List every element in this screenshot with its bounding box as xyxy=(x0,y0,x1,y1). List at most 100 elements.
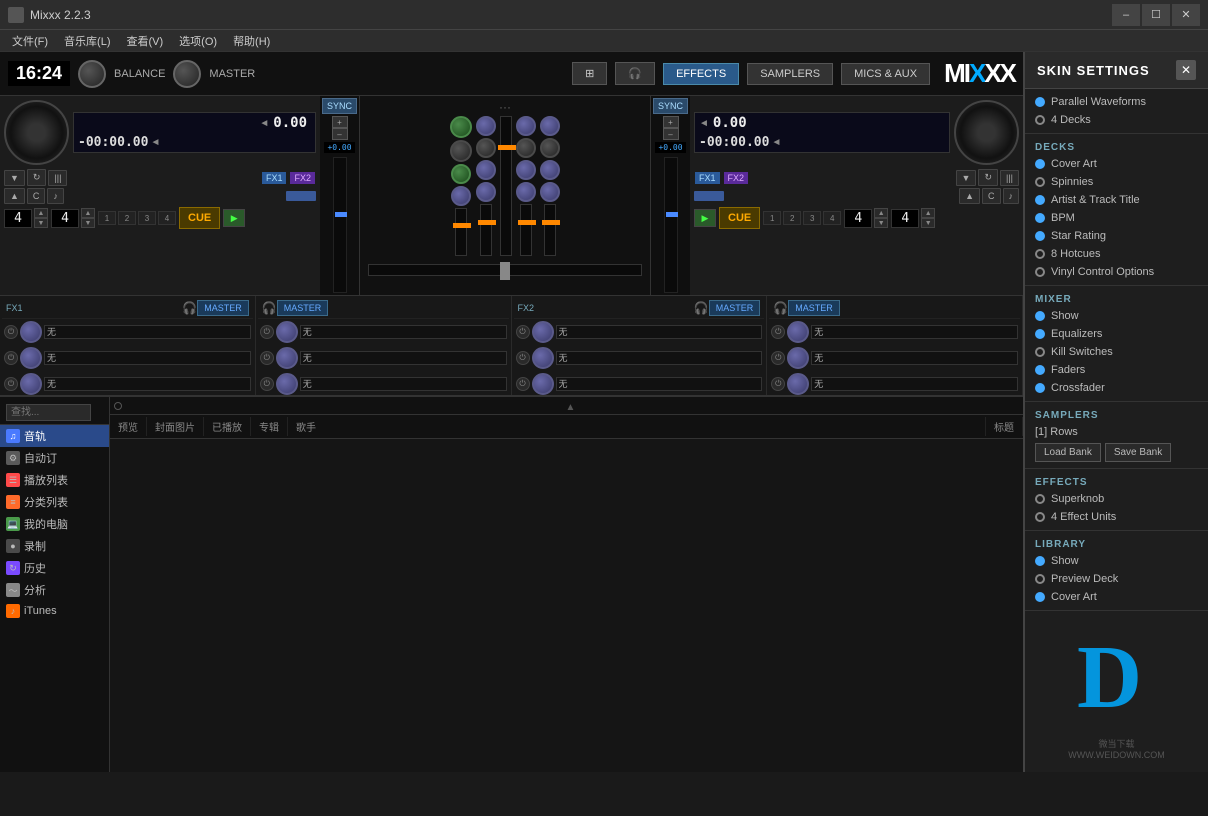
deck1-sync-btn[interactable]: SYNC xyxy=(322,98,357,114)
deck1-arrow-left[interactable]: ▼ xyxy=(4,170,25,186)
ch4-knob2[interactable] xyxy=(540,160,560,180)
deck1-speed-slider[interactable] xyxy=(333,157,347,293)
col-coverart[interactable]: 封面图片 xyxy=(147,417,204,436)
fx1-knob3[interactable] xyxy=(20,373,42,395)
minimize-button[interactable]: – xyxy=(1112,4,1140,26)
skin-opt-spinnies[interactable]: Spinnies xyxy=(1025,173,1208,191)
deck1-bars[interactable]: ||| xyxy=(48,170,67,186)
ch1-gain-knob[interactable] xyxy=(450,116,472,138)
library-content[interactable] xyxy=(110,439,1023,772)
col-title[interactable]: 标题 xyxy=(986,417,1023,436)
deck1-arrow-up[interactable]: ▲ xyxy=(4,188,25,204)
deck1-c-btn[interactable]: C xyxy=(27,188,46,204)
deck2-fx1-btn[interactable]: FX1 xyxy=(695,172,720,184)
mics-aux-btn[interactable]: MICS & AUX xyxy=(841,63,930,85)
ch3-knob3[interactable] xyxy=(516,182,536,202)
ch2-knob3[interactable] xyxy=(476,182,496,202)
deck2-arrow-left[interactable]: ▼ xyxy=(956,170,977,186)
deck2-beat1-dn[interactable]: ▼ xyxy=(921,218,935,228)
deck2-play-btn[interactable]: ▶ xyxy=(694,209,716,227)
skin-opt-4effect-units[interactable]: 4 Effect Units xyxy=(1025,508,1208,526)
ch1-hp-knob[interactable] xyxy=(450,140,472,162)
ch1-knob3[interactable] xyxy=(451,186,471,206)
fx2-knob2[interactable] xyxy=(276,347,298,369)
fx2-knob3[interactable] xyxy=(276,373,298,395)
ch3-fader[interactable] xyxy=(520,204,532,256)
fx2-power-btn2[interactable]: ⏻ xyxy=(260,351,274,365)
fx3-select3[interactable]: 无 xyxy=(556,377,763,391)
menu-options[interactable]: 选项(O) xyxy=(171,31,225,51)
fx4-select2[interactable]: 无 xyxy=(811,351,1018,365)
fx3-knob1[interactable] xyxy=(532,321,554,343)
sidebar-item-tracks[interactable]: ♫ 音轨 xyxy=(0,425,109,447)
deck1-fx1-btn[interactable]: FX1 xyxy=(262,172,287,184)
library-sort-arrow[interactable]: ▲ xyxy=(566,402,576,413)
sidebar-item-catlist[interactable]: ≡ 分类列表 xyxy=(0,491,109,513)
fx2-select3[interactable]: 无 xyxy=(300,377,507,391)
save-bank-btn[interactable]: Save Bank xyxy=(1105,443,1171,462)
menu-library[interactable]: 音乐库(L) xyxy=(56,31,118,51)
ch4-fader[interactable] xyxy=(544,204,556,256)
ch1-fader-thumb[interactable] xyxy=(453,223,471,228)
skin-opt-preview-deck[interactable]: Preview Deck xyxy=(1025,570,1208,588)
skin-opt-superknob[interactable]: Superknob xyxy=(1025,490,1208,508)
master-fader[interactable] xyxy=(500,116,512,256)
fx4-knob2[interactable] xyxy=(787,347,809,369)
fx3-select1[interactable]: 无 xyxy=(556,325,763,339)
fx1-select1[interactable]: 无 xyxy=(44,325,251,339)
center-menu-dots[interactable]: ··· xyxy=(364,100,646,114)
fx2-knob1[interactable] xyxy=(276,321,298,343)
deck2-beat2-up[interactable]: ▲ xyxy=(874,208,888,218)
crossfader-thumb[interactable] xyxy=(500,262,510,280)
sidebar-item-record[interactable]: ● 录制 xyxy=(0,535,109,557)
deck1-hc3[interactable]: 3 xyxy=(138,211,156,225)
deck2-hc1[interactable]: 1 xyxy=(763,211,781,225)
fx4-knob3[interactable] xyxy=(787,373,809,395)
fx3-power-btn2[interactable]: ⏻ xyxy=(516,351,530,365)
deck1-beat1-up[interactable]: ▲ xyxy=(34,208,48,218)
skin-settings-close-btn[interactable]: ✕ xyxy=(1176,60,1196,80)
deck1-music-btn[interactable]: ♪ xyxy=(47,188,64,204)
deck2-music-btn[interactable]: ♪ xyxy=(1003,188,1020,204)
library-toggle-btn[interactable] xyxy=(114,402,122,410)
fx4-power-btn[interactable]: ⏻ xyxy=(771,325,785,339)
deck1-minus[interactable]: – xyxy=(332,128,348,140)
skin-opt-library-coverart[interactable]: Cover Art xyxy=(1025,588,1208,606)
deck2-hc2[interactable]: 2 xyxy=(783,211,801,225)
deck2-speed-slider[interactable] xyxy=(664,157,678,293)
fx3-knob2[interactable] xyxy=(532,347,554,369)
col-played[interactable]: 已播放 xyxy=(204,417,251,436)
fx3-select2[interactable]: 无 xyxy=(556,351,763,365)
fx2-select1[interactable]: 无 xyxy=(300,325,507,339)
fx1-knob1[interactable] xyxy=(20,321,42,343)
deck1-beat2-up[interactable]: ▲ xyxy=(81,208,95,218)
deck2-c-btn[interactable]: C xyxy=(982,188,1001,204)
deck1-cue-btn[interactable]: CUE xyxy=(179,207,220,229)
sidebar-item-computer[interactable]: 💻 我的电脑 xyxy=(0,513,109,535)
ch3-knob2[interactable] xyxy=(516,160,536,180)
menu-help[interactable]: 帮助(H) xyxy=(225,31,278,51)
deck2-cue-btn[interactable]: CUE xyxy=(719,207,760,229)
skin-opt-artist-track[interactable]: Artist & Track Title xyxy=(1025,191,1208,209)
deck1-beat1-dn[interactable]: ▼ xyxy=(34,218,48,228)
skin-opt-bpm[interactable]: BPM xyxy=(1025,209,1208,227)
deck2-plus[interactable]: + xyxy=(663,116,679,128)
deck2-beat1-up[interactable]: ▲ xyxy=(921,208,935,218)
effects-btn[interactable]: EFFECTS xyxy=(663,63,739,85)
skin-opt-equalizers[interactable]: Equalizers xyxy=(1025,325,1208,343)
ch4-gain-knob[interactable] xyxy=(540,116,560,136)
deck2-loop[interactable]: ↻ xyxy=(978,169,998,186)
deck1-loop[interactable]: ↻ xyxy=(27,169,47,186)
deck2-fx2-btn[interactable]: FX2 xyxy=(724,172,749,184)
ch1-knob2[interactable] xyxy=(451,164,471,184)
fx4-select3[interactable]: 无 xyxy=(811,377,1018,391)
deck2-arrow-up[interactable]: ▲ xyxy=(959,188,980,204)
fx3-master-btn[interactable]: MASTER xyxy=(709,300,761,316)
fx2-power-btn3[interactable]: ⏻ xyxy=(260,377,274,391)
deck1-hc2[interactable]: 2 xyxy=(118,211,136,225)
sidebar-item-auto[interactable]: ⚙ 自动订 xyxy=(0,447,109,469)
load-bank-btn[interactable]: Load Bank xyxy=(1035,443,1101,462)
skin-opt-kill-switches[interactable]: Kill Switches xyxy=(1025,343,1208,361)
col-artist[interactable]: 歌手 xyxy=(288,417,986,436)
ch2-gain-knob[interactable] xyxy=(476,116,496,136)
